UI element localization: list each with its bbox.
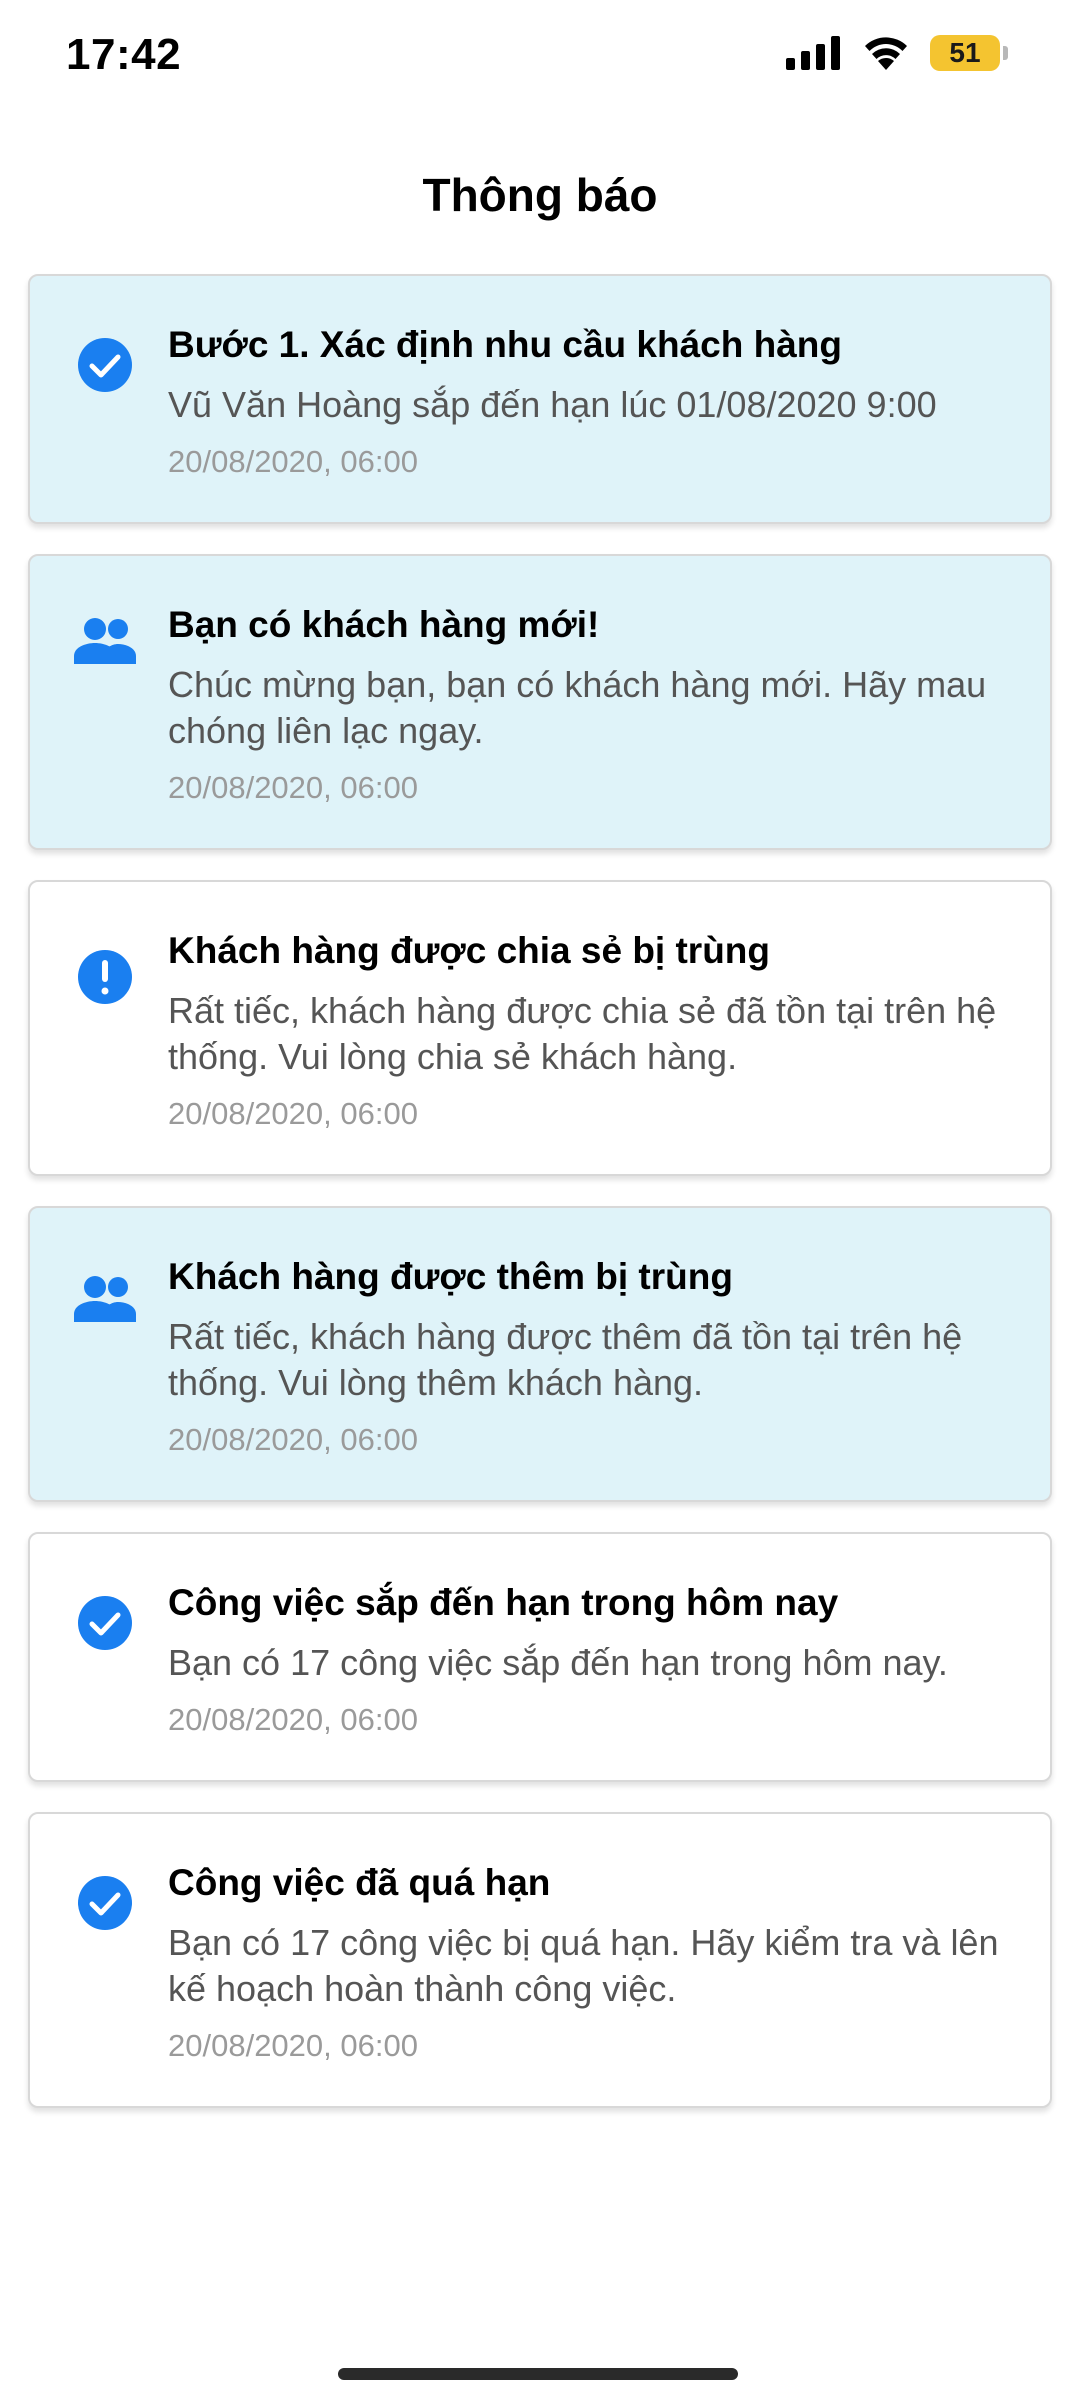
- battery-level: 51: [930, 35, 1000, 71]
- people-icon: [74, 616, 138, 674]
- notification-message: Vũ Văn Hoàng sắp đến hạn lúc 01/08/2020 …: [168, 384, 937, 425]
- notification-card[interactable]: Bạn có khách hàng mới! Chúc mừng bạn, bạ…: [28, 554, 1052, 850]
- notification-title: Khách hàng được chia sẻ bị trùng: [168, 930, 771, 971]
- check-circle-icon: [76, 1594, 134, 1652]
- notification-time: 20/08/2020, 06:00: [168, 770, 418, 805]
- people-icon: [74, 1274, 138, 1332]
- exclamation-circle-icon: [76, 948, 134, 1006]
- check-circle-icon: [76, 1874, 134, 1932]
- notification-card[interactable]: Công việc sắp đến hạn trong hôm nay Bạn …: [28, 1532, 1052, 1782]
- notification-card[interactable]: Khách hàng được thêm bị trùng Rất tiếc, …: [28, 1206, 1052, 1502]
- home-indicator[interactable]: [338, 2368, 738, 2380]
- notification-title: Công việc đã quá hạn: [168, 1862, 551, 1903]
- notification-list: Bước 1. Xác định nhu cầu khách hàng Vũ V…: [28, 274, 1052, 2138]
- notification-title: Bước 1. Xác định nhu cầu khách hàng: [168, 324, 843, 365]
- notification-message: Chúc mừng bạn, bạn có khách hàng mới. Hã…: [168, 664, 987, 751]
- notification-time: 20/08/2020, 06:00: [168, 1422, 418, 1457]
- notification-time: 20/08/2020, 06:00: [168, 1096, 418, 1131]
- page-title: Thông báo: [422, 169, 658, 221]
- notification-time: 20/08/2020, 06:00: [168, 1702, 418, 1737]
- notification-message: Bạn có 17 công việc sắp đến hạn trong hô…: [168, 1642, 948, 1683]
- notification-time: 20/08/2020, 06:00: [168, 2028, 418, 2063]
- notification-message: Bạn có 17 công việc bị quá hạn. Hãy kiểm…: [168, 1922, 999, 2009]
- status-bar: 17:42 51: [0, 0, 1080, 120]
- status-time: 17:42: [66, 30, 182, 79]
- notification-title: Khách hàng được thêm bị trùng: [168, 1256, 733, 1297]
- notification-card[interactable]: Khách hàng được chia sẻ bị trùng Rất tiế…: [28, 880, 1052, 1176]
- battery-icon: 51: [930, 35, 1008, 71]
- notification-title: Bạn có khách hàng mới!: [168, 604, 600, 645]
- notification-time: 20/08/2020, 06:00: [168, 444, 418, 479]
- check-circle-icon: [76, 336, 134, 394]
- cellular-signal-icon: [786, 36, 842, 70]
- battery-cap: [1003, 46, 1008, 60]
- notification-message: Rất tiếc, khách hàng được chia sẻ đã tồn…: [168, 990, 997, 1077]
- wifi-icon: [860, 34, 912, 72]
- notification-title: Công việc sắp đến hạn trong hôm nay: [168, 1582, 839, 1623]
- status-indicators: 51: [786, 34, 1008, 72]
- notification-card[interactable]: Công việc đã quá hạn Bạn có 17 công việc…: [28, 1812, 1052, 2108]
- notification-card[interactable]: Bước 1. Xác định nhu cầu khách hàng Vũ V…: [28, 274, 1052, 524]
- notification-message: Rất tiếc, khách hàng được thêm đã tồn tạ…: [168, 1316, 963, 1403]
